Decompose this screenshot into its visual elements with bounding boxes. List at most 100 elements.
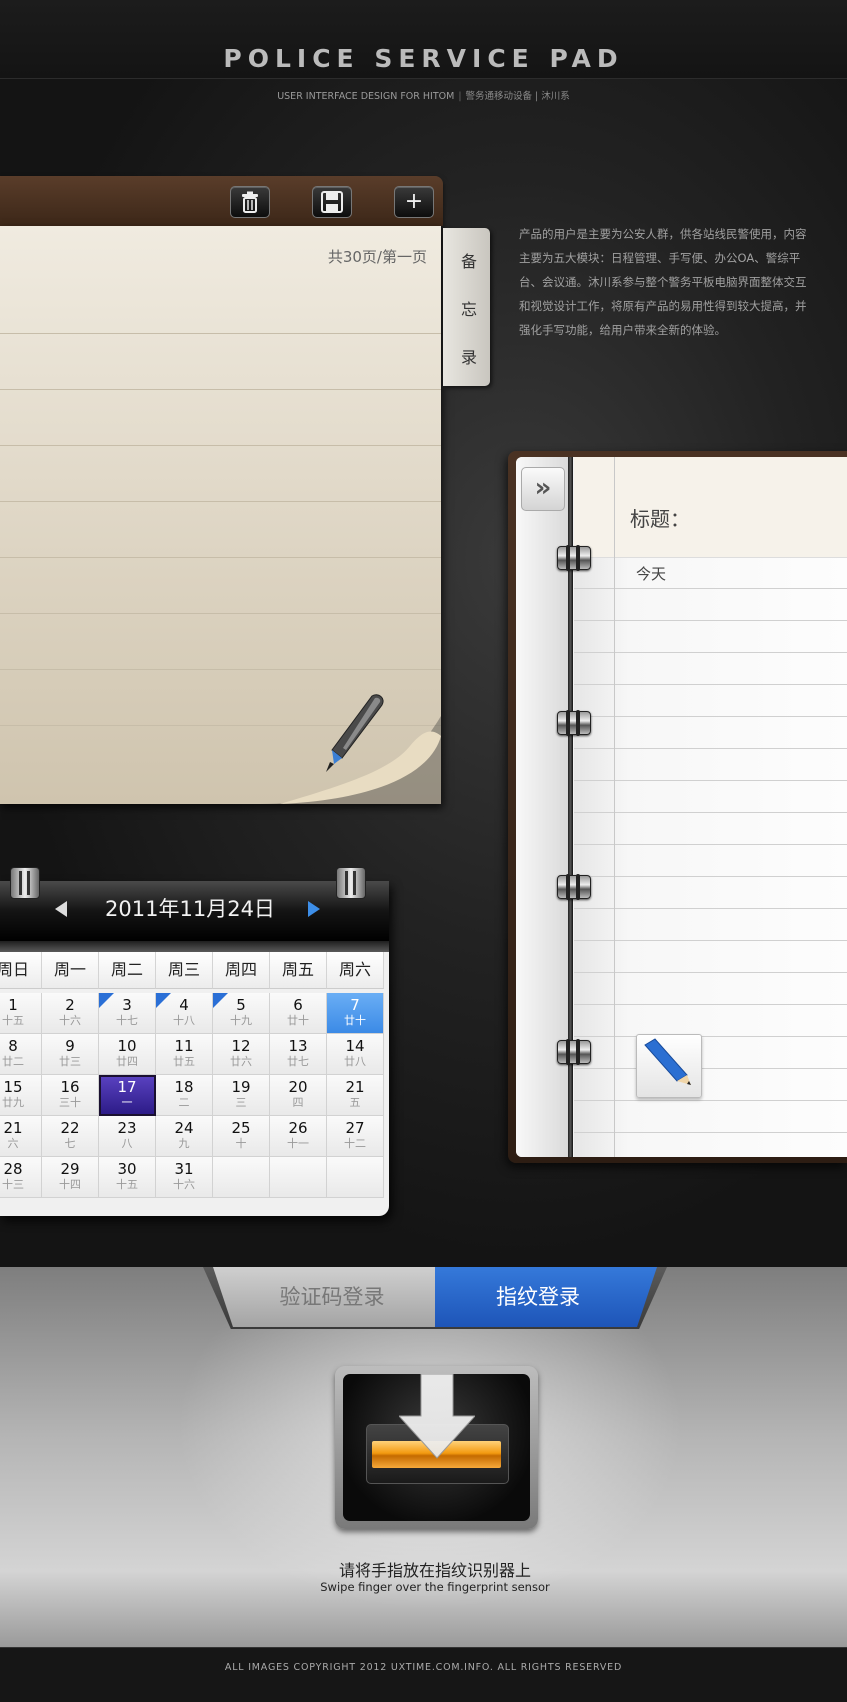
calendar-day[interactable]: 6 廿十 bbox=[270, 993, 327, 1034]
subtitle-en: USER INTERFACE DESIGN FOR HITOM bbox=[277, 91, 455, 102]
calendar-day[interactable]: 29 十四 bbox=[42, 1157, 99, 1198]
calendar-day[interactable]: 17 一 bbox=[99, 1075, 156, 1116]
calendar-day[interactable]: 27 十二 bbox=[327, 1116, 384, 1157]
lunar-date: 十 bbox=[235, 1137, 247, 1150]
day-number: 31 bbox=[174, 1160, 194, 1178]
memo-toolbar: + bbox=[0, 176, 443, 226]
calendar-day[interactable]: 24 九 bbox=[156, 1116, 213, 1157]
calendar-day[interactable]: 1 十五 bbox=[0, 993, 42, 1034]
notebook-first-line: 今天 bbox=[636, 565, 667, 583]
tab-fingerprint-login[interactable]: 指纹登录 bbox=[435, 1267, 657, 1327]
day-number: 7 bbox=[350, 996, 360, 1014]
lunar-date: 廿五 bbox=[173, 1055, 195, 1068]
calendar-day[interactable]: 2 十六 bbox=[42, 993, 99, 1034]
next-month-icon[interactable] bbox=[308, 901, 320, 917]
calendar-day[interactable]: 3 十七 bbox=[99, 993, 156, 1034]
calendar-day[interactable]: 20 四 bbox=[270, 1075, 327, 1116]
calendar-day[interactable]: 21 五 bbox=[327, 1075, 384, 1116]
calendar-day[interactable]: 16 三十 bbox=[42, 1075, 99, 1116]
weekday-header: 周四 bbox=[213, 952, 270, 989]
lunar-date: 十二 bbox=[344, 1137, 366, 1150]
binder-ring bbox=[557, 874, 591, 900]
trash-icon bbox=[242, 191, 258, 213]
calendar-day[interactable]: 5 十九 bbox=[213, 993, 270, 1034]
day-number: 30 bbox=[117, 1160, 137, 1178]
calendar-day[interactable]: 18 二 bbox=[156, 1075, 213, 1116]
down-arrow-icon bbox=[399, 1374, 475, 1459]
calendar-day[interactable]: 14 廿八 bbox=[327, 1034, 384, 1075]
calendar-day[interactable]: 11 廿五 bbox=[156, 1034, 213, 1075]
lunar-date: 廿二 bbox=[2, 1055, 24, 1068]
collapse-button[interactable]: » bbox=[521, 467, 565, 511]
calendar-day[interactable]: 19 三 bbox=[213, 1075, 270, 1116]
calendar-day[interactable]: 22 七 bbox=[42, 1116, 99, 1157]
weekday-header: 周五 bbox=[270, 952, 327, 989]
weekday-header: 周三 bbox=[156, 952, 213, 989]
pen-icon[interactable] bbox=[320, 692, 390, 778]
calendar-day[interactable]: 26 十一 bbox=[270, 1116, 327, 1157]
day-number: 25 bbox=[231, 1119, 251, 1137]
binder-ring bbox=[557, 545, 591, 571]
calendar-title: 2011年11月24日 bbox=[105, 897, 275, 921]
day-number: 13 bbox=[288, 1037, 308, 1055]
save-button[interactable] bbox=[312, 186, 352, 218]
day-number: 14 bbox=[345, 1037, 365, 1055]
calendar-day[interactable]: 25 十 bbox=[213, 1116, 270, 1157]
lunar-date: 十六 bbox=[59, 1014, 81, 1027]
calendar-day[interactable]: 13 廿七 bbox=[270, 1034, 327, 1075]
save-icon bbox=[321, 191, 343, 213]
day-number: 12 bbox=[231, 1037, 251, 1055]
lunar-date: 九 bbox=[178, 1137, 190, 1150]
tab-sms-login[interactable]: 验证码登录 bbox=[213, 1267, 435, 1327]
memo-tab-char: 录 bbox=[461, 348, 478, 367]
calendar-day[interactable]: 31 十六 bbox=[156, 1157, 213, 1198]
page-subtitle: USER INTERFACE DESIGN FOR HITOM | 警务通移动设备 … bbox=[0, 88, 847, 102]
calendar-day[interactable]: 12 廿六 bbox=[213, 1034, 270, 1075]
day-number: 1 bbox=[8, 996, 18, 1014]
calendar-empty-cell bbox=[213, 1157, 270, 1198]
memo-side-tab[interactable]: 备 忘 录 bbox=[443, 228, 490, 386]
calendar-empty-cell bbox=[327, 1157, 384, 1198]
lunar-date: 廿四 bbox=[116, 1055, 138, 1068]
calendar-day[interactable]: 15 廿九 bbox=[0, 1075, 42, 1116]
notebook-title-label[interactable]: 标题： bbox=[630, 503, 690, 532]
day-number: 20 bbox=[288, 1078, 308, 1096]
calendar-day[interactable]: 8 廿二 bbox=[0, 1034, 42, 1075]
weekday-header: 周一 bbox=[42, 952, 99, 989]
calendar-clip bbox=[10, 867, 40, 899]
lunar-date: 三十 bbox=[59, 1096, 81, 1109]
calendar-divider bbox=[0, 941, 389, 952]
calendar-day[interactable]: 7 廿十 bbox=[327, 993, 384, 1034]
day-number: 8 bbox=[8, 1037, 18, 1055]
calendar-day[interactable]: 30 十五 bbox=[99, 1157, 156, 1198]
lunar-date: 廿三 bbox=[59, 1055, 81, 1068]
subtitle-cn: 警务通移动设备 | 沐川系 bbox=[465, 91, 570, 102]
day-number: 24 bbox=[174, 1119, 194, 1137]
page-title: POLICE SERVICE PAD bbox=[223, 44, 624, 73]
calendar-day[interactable]: 10 廿四 bbox=[99, 1034, 156, 1075]
lunar-date: 五 bbox=[349, 1096, 361, 1109]
calendar-day[interactable]: 9 廿三 bbox=[42, 1034, 99, 1075]
pencil-button[interactable] bbox=[636, 1034, 702, 1098]
lunar-date: 廿六 bbox=[230, 1055, 252, 1068]
day-number: 18 bbox=[174, 1078, 194, 1096]
subtitle-divider: | bbox=[458, 91, 462, 102]
delete-button[interactable] bbox=[230, 186, 270, 218]
lunar-date: 三 bbox=[235, 1096, 247, 1109]
calendar-day[interactable]: 23 八 bbox=[99, 1116, 156, 1157]
fingerprint-hint-cn: 请将手指放在指纹识别器上 bbox=[338, 1561, 531, 1580]
lunar-date: 廿十 bbox=[344, 1014, 366, 1027]
calendar-day[interactable]: 4 十八 bbox=[156, 993, 213, 1034]
calendar-clip bbox=[336, 867, 366, 899]
day-number: 27 bbox=[345, 1119, 365, 1137]
calendar-day[interactable]: 21 六 bbox=[0, 1116, 42, 1157]
lunar-date: 四 bbox=[292, 1096, 304, 1109]
plus-icon: + bbox=[404, 189, 424, 214]
pencil-icon bbox=[644, 1038, 691, 1085]
lunar-date: 十七 bbox=[116, 1014, 138, 1027]
calendar-day[interactable]: 28 十三 bbox=[0, 1157, 42, 1198]
add-page-button[interactable]: + bbox=[394, 186, 434, 218]
fingerprint-hint-en: Swipe finger over the fingerprint sensor bbox=[320, 1580, 550, 1594]
day-number: 19 bbox=[231, 1078, 251, 1096]
copyright-text: ALL IMAGES COPYRIGHT 2012 UXTIME.COM.INF… bbox=[224, 1662, 623, 1673]
